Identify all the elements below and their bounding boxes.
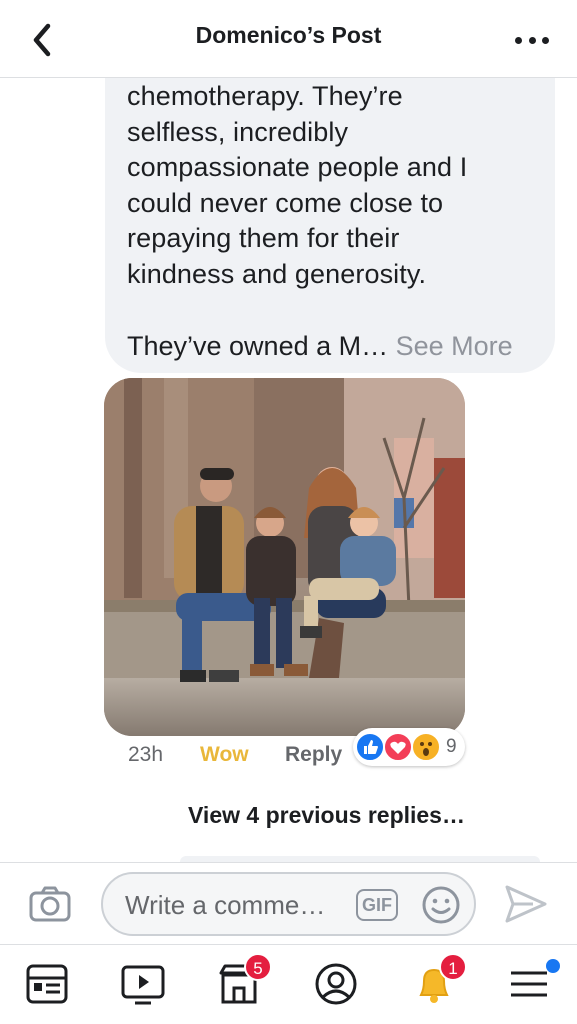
emoji-icon — [422, 886, 460, 924]
comment-line: repaying them for their — [127, 223, 400, 253]
like-reaction-icon — [355, 732, 385, 762]
comment-photo[interactable] — [104, 378, 465, 736]
comment-line: chemotherapy. They’re — [127, 81, 403, 111]
comment-input-placeholder: Write a comme… — [125, 890, 326, 920]
tab-watch[interactable] — [120, 961, 170, 1011]
tab-news-feed[interactable] — [24, 961, 74, 1011]
tab-notifications[interactable]: 1 — [411, 953, 467, 1011]
comment-text: chemotherapy. They’re selfless, incredib… — [127, 79, 537, 292]
profile-icon — [315, 963, 357, 1005]
comment-composer: Write a comme… GIF — [0, 862, 577, 944]
comment-line: They’ve owned a M… — [127, 331, 396, 361]
tab-profile[interactable] — [313, 961, 363, 1011]
emoji-button[interactable] — [421, 885, 461, 925]
comment-timestamp: 23h — [128, 743, 164, 766]
reaction-button[interactable]: Wow — [200, 743, 249, 767]
tab-marketplace[interactable]: 5 — [216, 953, 272, 1011]
comment-truncated-line: They’ve owned a M… See More — [127, 328, 513, 364]
camera-button[interactable] — [28, 885, 72, 923]
comment-line: selfless, incredibly — [127, 116, 349, 147]
family-photo — [104, 378, 465, 736]
more-horizontal-icon — [515, 36, 522, 44]
bottom-tab-bar: 5 1 — [0, 944, 577, 1024]
comment-line: compassionate people and I — [127, 152, 468, 182]
reactions-summary[interactable]: 9 — [353, 728, 465, 766]
news-feed-icon — [26, 964, 68, 1004]
comment-input[interactable]: Write a comme… GIF — [101, 872, 476, 936]
menu-icon — [511, 971, 547, 997]
wow-reaction-icon — [411, 732, 441, 762]
gif-button[interactable]: GIF — [356, 889, 398, 921]
video-icon — [121, 965, 165, 1005]
send-button[interactable] — [503, 881, 549, 927]
reaction-count: 9 — [446, 736, 457, 757]
send-icon — [505, 885, 547, 923]
camera-icon — [29, 886, 71, 922]
love-reaction-icon — [383, 732, 413, 762]
tab-menu[interactable] — [506, 959, 560, 1011]
marketplace-badge: 5 — [244, 953, 272, 981]
comment-line: kindness and generosity. — [127, 258, 427, 289]
view-previous-replies-link[interactable]: View 4 previous replies… — [188, 802, 465, 829]
menu-notification-dot — [546, 959, 560, 973]
page-title: Domenico’s Post — [195, 22, 382, 48]
see-more-link[interactable]: See More — [396, 331, 513, 361]
reply-button[interactable]: Reply — [285, 743, 342, 767]
notifications-badge: 1 — [439, 953, 467, 981]
top-navigation-bar: Domenico’s Post — [0, 0, 577, 78]
more-options-button[interactable] — [515, 26, 549, 54]
comment-line: could never come close to — [127, 187, 444, 218]
